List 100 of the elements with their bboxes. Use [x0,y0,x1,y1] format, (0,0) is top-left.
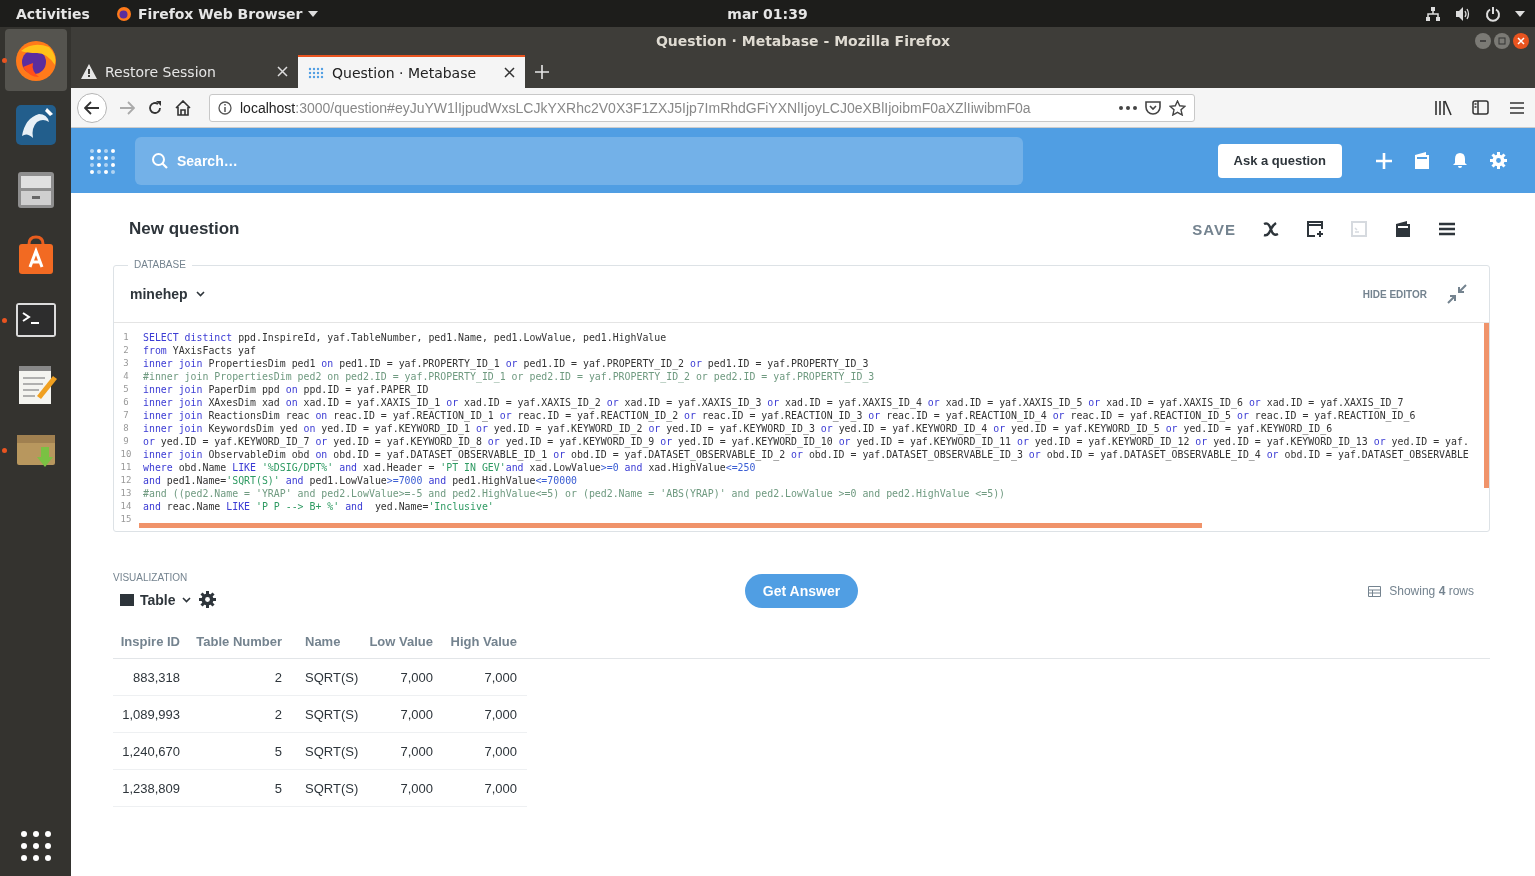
close-icon [1517,37,1525,45]
table-cell: 7,000 [484,743,517,759]
line-number: 6 [123,396,129,409]
line-number: 4 [123,370,129,383]
line-number: 10 [120,448,132,461]
code-line: inner join PaperDim ppd on ppd.ID = yaf.PAPER_ID [143,383,430,396]
code-line: inner join ReactionsDim reac on reac.ID = yaf.REACTION_ID_1 or reac.ID = yaf.REACTION_ID_2 or reac.ID = yaf.REACTION_ID_3 or reac.ID = yaf.REACTION_ID_4 or reac.ID = yaf.REACTION_ID_5 or reac.ID = yaf.REACTION_ID_6 [143,409,1417,422]
app-menu[interactable]: Firefox Web Browser [137,5,303,22]
running-indicator-icon [1,318,7,323]
dock-item[interactable] [4,29,67,91]
line-number: 13 [120,487,132,500]
star-icon[interactable] [1169,99,1186,116]
browser-tab[interactable]: Question · Metabase [298,55,525,88]
table-cell: 7,000 [484,669,517,685]
line-number: 11 [120,461,132,474]
power-icon[interactable] [1485,5,1501,22]
back-button[interactable] [77,92,107,123]
activities-button[interactable]: Activities [16,5,90,22]
book-icon [1394,220,1412,238]
table-cell: 7,000 [400,669,433,685]
sidebar-icon[interactable] [1472,100,1489,115]
square-icon [1498,37,1506,45]
code-line: inner join XAxesDim xad on xad.ID = yaf.XAXIS_ID_1 or xad.ID = yaf.XAXIS_ID_2 or xad.ID = yaf.XAXIS_ID_3 or xad.ID = yaf.XAXIS_ID_4 or xad.ID = yaf.XAXIS_ID_5 or xad.ID = yaf.XAXIS_ID_6 or xad.ID = yaf.XAXIS_ID_7 [143,396,1405,409]
row-count: Showing 4 rows [1389,584,1474,598]
column-header[interactable]: High Value [450,633,517,649]
library-icon[interactable] [1434,99,1452,116]
database-picker[interactable]: minehep [130,286,205,302]
search-icon [151,151,169,170]
home-icon[interactable] [175,99,191,116]
visualization-picker[interactable]: Table [120,591,191,608]
ask-question-button[interactable]: Ask a question [1217,143,1342,178]
scrollbar[interactable] [1484,323,1489,488]
variable-icon [1262,221,1280,237]
column-header[interactable]: Table Number [196,633,282,649]
toolbar-button[interactable] [1438,222,1456,236]
column-header[interactable]: Name [305,633,341,649]
save-button[interactable]: SAVE [1192,220,1236,238]
code-line: from YAxisFacts yaf [143,344,257,357]
line-number: 14 [120,500,132,513]
caret-icon [308,10,319,17]
close-icon[interactable] [504,67,515,78]
caret-icon[interactable] [1515,10,1525,17]
table-cell: SQRT(S) [305,780,359,796]
app-grid-icon[interactable] [19,830,52,862]
table-cell: 7,000 [400,780,433,796]
collapse-icon[interactable] [1447,284,1467,304]
code-line: inner join KeywordsDim yed on yed.ID = yaf.KEYWORD_ID_1 or yed.ID = yaf.KEYWORD_ID_2 or yed.ID = yaf.KEYWORD_ID_3 or yed.ID = yaf.KEYWORD_ID_4 or yed.ID = yaf.KEYWORD_ID_5 or yed.ID = yaf.KEYWORD_ID_6 [143,422,1334,435]
new-tab-icon[interactable] [535,65,549,79]
table-cell: 1,240,670 [122,743,180,759]
line-number: 2 [123,344,129,357]
minimize-button[interactable] [1475,33,1491,49]
table-cell: 5 [274,743,282,759]
table-cell: SQRT(S) [305,706,359,722]
code-line: #inner join PropertiesDim ped2 on ped2.ID = yaf.PROPERTY_ID_1 or ped2.ID = yaf.PROPERTY_ID_2 or ped2.ID = yaf.PROPERTY_ID_3 [143,370,876,383]
book-icon[interactable] [1414,152,1430,169]
line-number: 7 [123,409,129,422]
code-line: SELECT distinct ppd.InspireId, yaf.TableNumber, ped1.Name, ped1.LowValue, ped1.HighValue [143,331,668,344]
table-cell: 1,089,993 [122,706,180,722]
reload-icon[interactable] [147,99,163,116]
code-line: where obd.Name LIKE '%DSIG/DPT%' and xad.Header = 'PT IN GEV'and xad.LowValue>=0 and xad.HighValue<=250 [143,461,757,474]
line-number: 12 [120,474,132,487]
add-card-icon [1306,220,1324,238]
table-cell: 1,238,809 [122,780,180,796]
network-icon[interactable] [1425,5,1441,22]
toolbar-button[interactable] [1262,221,1280,237]
bell-icon[interactable] [1452,152,1468,169]
column-header[interactable]: Inspire ID [120,633,180,649]
plus-icon[interactable] [1376,152,1392,169]
table-cell: 2 [274,669,282,685]
toolbar-button[interactable] [1394,220,1412,238]
hide-editor-button[interactable]: HIDE EDITOR [1356,287,1433,301]
pocket-icon[interactable] [1145,100,1161,115]
more-icon[interactable] [1119,105,1137,110]
chevron-down-icon [195,291,205,297]
code-line: inner join PropertiesDim ped1 on ped1.ID = yaf.PROPERTY_ID_1 or ped1.ID = yaf.PROPERTY_ID_2 or ped1.ID = yaf.PROPERTY_ID_3 [143,357,870,370]
close-button[interactable] [1513,33,1529,49]
question-title: New question [129,219,240,239]
scrollbar[interactable] [139,523,1202,528]
settings-icon[interactable] [198,591,216,608]
running-indicator-icon [1,448,7,453]
line-number: 9 [123,435,129,448]
toolbar-button[interactable] [1306,220,1324,238]
line-number: 15 [120,513,132,526]
chevron-down-icon [181,596,191,603]
clock[interactable]: mar 01:39 [727,5,808,22]
column-header[interactable]: Low Value [369,633,433,649]
table-cell: SQRT(S) [305,743,359,759]
table-cell: 5 [274,780,282,796]
browser-tab[interactable]: Restore Session [71,55,298,88]
speaker-icon[interactable] [1455,5,1471,22]
database-label: DATABASE [128,259,192,270]
line-number: 5 [123,383,129,396]
info-icon[interactable] [218,100,232,115]
address-bar[interactable]: localhost:3000/question#eyJuYW1lIjpudWxsLCJkYXRhc2V0X3F1ZXJ5Ijp7ImRhdGFiYXNlIjoyLCJ0eXBlIjoibmF0aXZlIiwibmF0a [209,93,1195,122]
window-title: Question · Metabase - Mozilla Firefox [655,33,951,49]
running-indicator-icon [1,58,7,63]
visualization-label: VISUALIZATION [113,572,189,583]
dots-logo-icon[interactable] [89,147,117,174]
menu-icon[interactable] [1509,100,1525,115]
dots-logo-icon [308,66,324,79]
